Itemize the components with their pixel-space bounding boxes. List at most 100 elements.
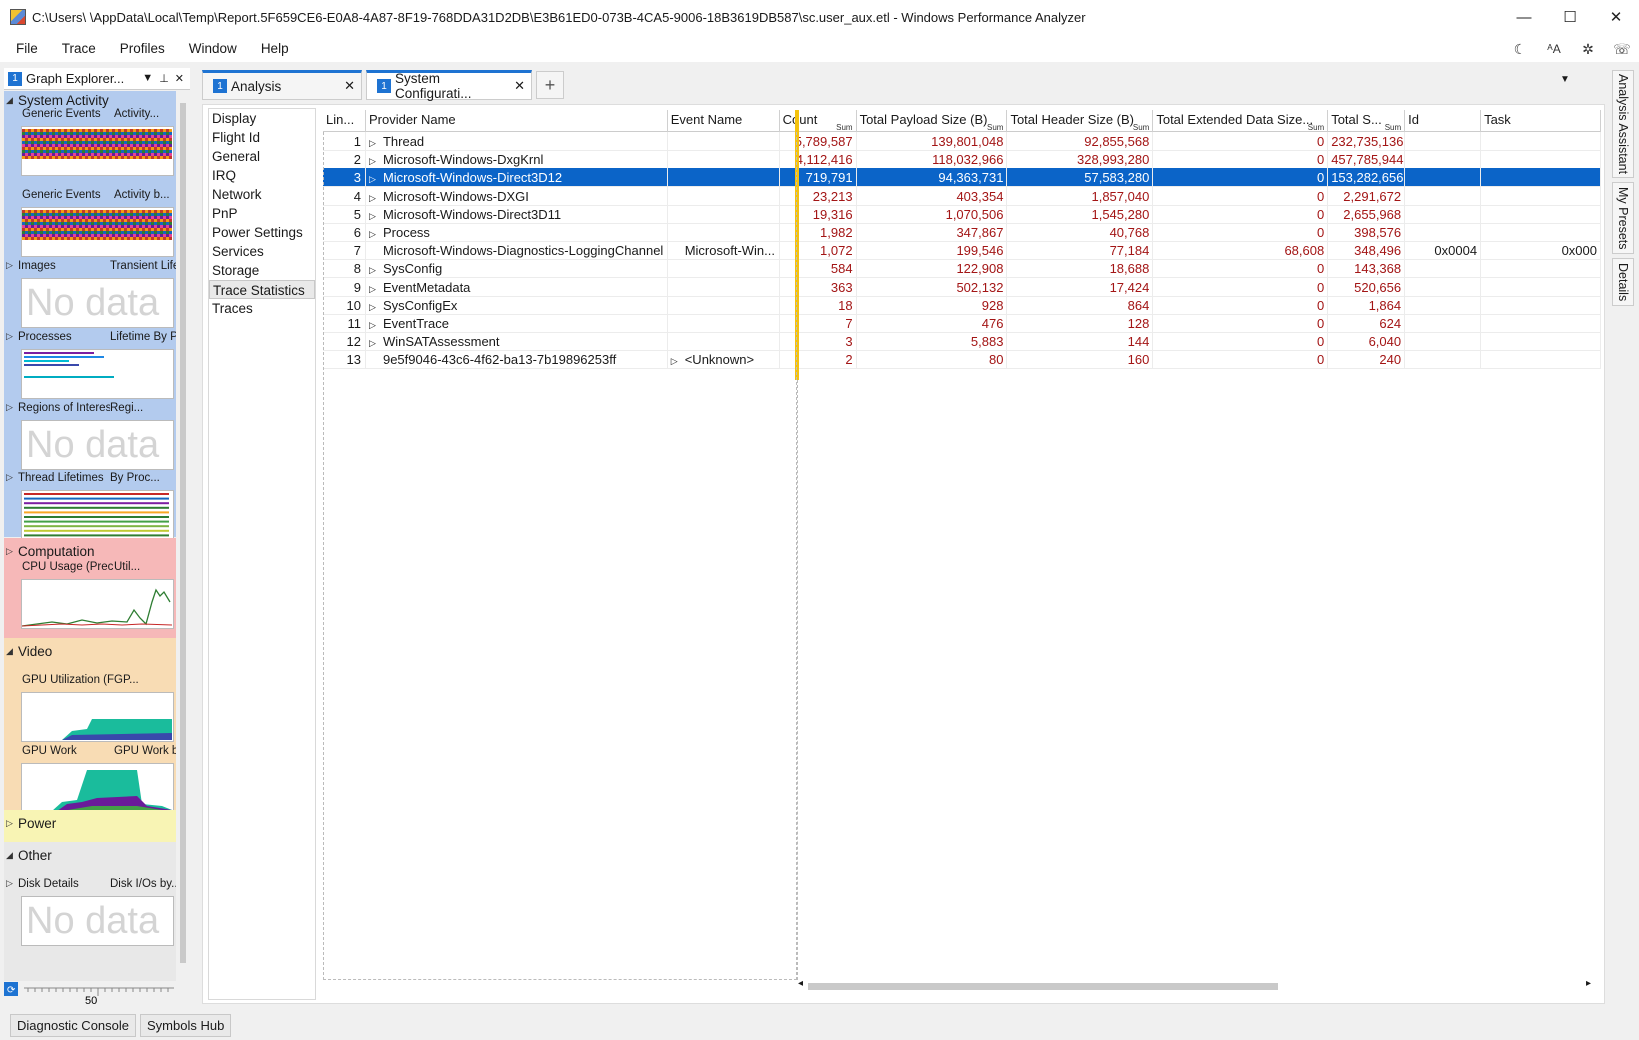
scrollbar-thumb[interactable] [808,983,1278,990]
close-icon[interactable]: ✕ [514,78,525,94]
category-item[interactable]: Storage [209,261,315,280]
cell-value: 2,291,672 [1343,188,1402,204]
category-item[interactable]: IRQ [209,166,315,185]
table-cell-id [1405,350,1482,370]
column-header[interactable]: Task [1481,110,1601,132]
category-item[interactable]: General [209,147,315,166]
column-header[interactable]: Count Sum [780,110,857,132]
table-cell-ext: 68,608 [1153,241,1329,261]
menu-window[interactable]: Window [181,41,245,56]
collapsed-icon[interactable]: ▷ [6,331,18,343]
cell-value: 143,368 [1354,261,1402,277]
menu-trace[interactable]: Trace [54,41,104,56]
table-cell-id [1405,186,1482,206]
tab-analysis[interactable]: 1 Analysis ✕ [202,70,362,100]
moon-icon[interactable]: ☾ [1509,38,1531,60]
graph-explorer-scrollbar[interactable] [178,91,188,981]
scroll-right-icon[interactable]: ▸ [1586,978,1591,989]
bug-icon[interactable]: ✲ [1577,38,1599,60]
aggregation-label: Sum [987,123,1004,132]
collapsed-icon[interactable]: ▷ [6,818,18,829]
category-item[interactable]: Services [209,242,315,261]
cell-value: 864 [1127,297,1150,313]
table-cell-id [1405,150,1482,170]
text-size-icon[interactable]: ᴬA [1543,38,1565,60]
side-tab-label: My Presets [1616,186,1630,250]
category-item[interactable]: Flight Id [209,128,315,147]
cell-value: 128 [1127,316,1150,331]
tab-details[interactable]: Details [1612,258,1634,306]
menu-file[interactable]: File [8,41,46,56]
category-item[interactable]: Network [209,185,315,204]
timeline-ruler: ⟳ 50 [4,982,176,1007]
cell-value: 160 [1127,352,1150,368]
cell-value: 0 [1316,334,1325,350]
table-cell-id [1405,295,1482,315]
column-header[interactable]: Total S... Sum [1328,110,1406,132]
tab-overflow-icon[interactable]: ▼ [1560,74,1570,85]
category-item[interactable]: Traces [209,299,315,318]
category-item[interactable]: Trace Statistics [209,280,315,299]
expanded-icon[interactable]: ◢ [6,850,18,861]
collapsed-icon[interactable]: ▷ [6,402,18,414]
column-header[interactable]: Total Header Size (B) Sum [1007,110,1154,132]
column-header[interactable]: Provider Name [366,110,668,132]
column-header[interactable]: Total Payload Size (B) Sum [857,110,1008,132]
scroll-left-icon[interactable]: ◂ [798,978,803,989]
table-cell-payload: 928 [857,295,1008,315]
cell-value: 0 [1316,152,1325,168]
category-item[interactable]: Power Settings [209,223,315,242]
category-item[interactable]: Display [209,109,315,128]
close-window-button[interactable]: ✕ [1593,0,1639,34]
symbols-hub-button[interactable]: Symbols Hub [140,1013,232,1037]
close-icon[interactable]: ✕ [344,78,355,94]
column-header[interactable]: Id [1405,110,1482,132]
collapsed-icon[interactable]: ▷ [6,546,18,557]
close-icon[interactable]: ✕ [175,72,184,85]
pin-icon[interactable]: ⊥ [159,72,169,85]
expanded-icon[interactable]: ◢ [6,646,18,657]
table-cell-task [1481,186,1601,206]
table-cell-task [1481,332,1601,352]
maximize-button[interactable]: ☐ [1547,0,1593,34]
expanded-icon[interactable]: ◢ [6,95,18,106]
section-header[interactable]: ▷ Power [6,816,56,831]
menu-help[interactable]: Help [253,41,297,56]
feedback-icon[interactable]: ☏ [1611,38,1633,60]
minimize-button[interactable]: — [1501,0,1547,34]
side-tab-label: Details [1616,262,1630,302]
column-header[interactable]: Total Extended Data Size... Sum [1153,110,1329,132]
tab-system-configuration[interactable]: 1 System Configurati... ✕ [366,70,532,101]
horizontal-scrollbar[interactable]: ◂ ▸ [798,978,1591,994]
category-item[interactable]: PnP [209,204,315,223]
collapsed-icon[interactable]: ▷ [6,878,18,890]
collapsed-icon[interactable]: ▷ [6,260,18,272]
timeline-tick-label: 50 [85,995,97,1006]
graph-preset: GPU Work by... [114,745,176,757]
menu-profiles[interactable]: Profiles [112,41,173,56]
column-header[interactable]: Event Name [668,110,780,132]
table-cell-payload: 403,354 [857,186,1008,206]
cell-value: 40,768 [1109,225,1150,240]
section-header[interactable]: ▷ Computation [6,544,95,559]
diagnostic-console-button[interactable]: Diagnostic Console [10,1013,137,1037]
cell-value: 57,583,280 [1084,170,1150,186]
add-tab-button[interactable]: + [536,71,564,99]
cell-value: 77,184 [1109,243,1150,259]
thumbnail-label: GPU Work GPU Work by... [8,745,176,757]
scrollbar-thumb[interactable] [180,103,186,963]
dropdown-icon[interactable]: ▼ [142,72,153,85]
tab-label: System Configurati... [395,71,472,101]
section-header[interactable]: ◢ Other [6,848,52,863]
cell-value: 347,867 [956,225,1004,240]
tab-analysis-assistant[interactable]: Analysis Assistant [1612,70,1634,178]
column-header-label: Provider Name [368,112,456,127]
column-header[interactable]: Lin... [323,110,366,132]
thumbnail-label: ▷Images Transient Lifetim... [6,260,176,272]
section-header[interactable]: ◢ System Activity [6,93,109,108]
table-cell-total: 6,040 [1328,332,1406,352]
section-header[interactable]: ◢ Video [6,644,52,659]
tab-my-presets[interactable]: My Presets [1612,182,1634,254]
collapsed-icon[interactable]: ▷ [6,472,18,484]
table-cell-header: 17,424 [1007,277,1154,297]
